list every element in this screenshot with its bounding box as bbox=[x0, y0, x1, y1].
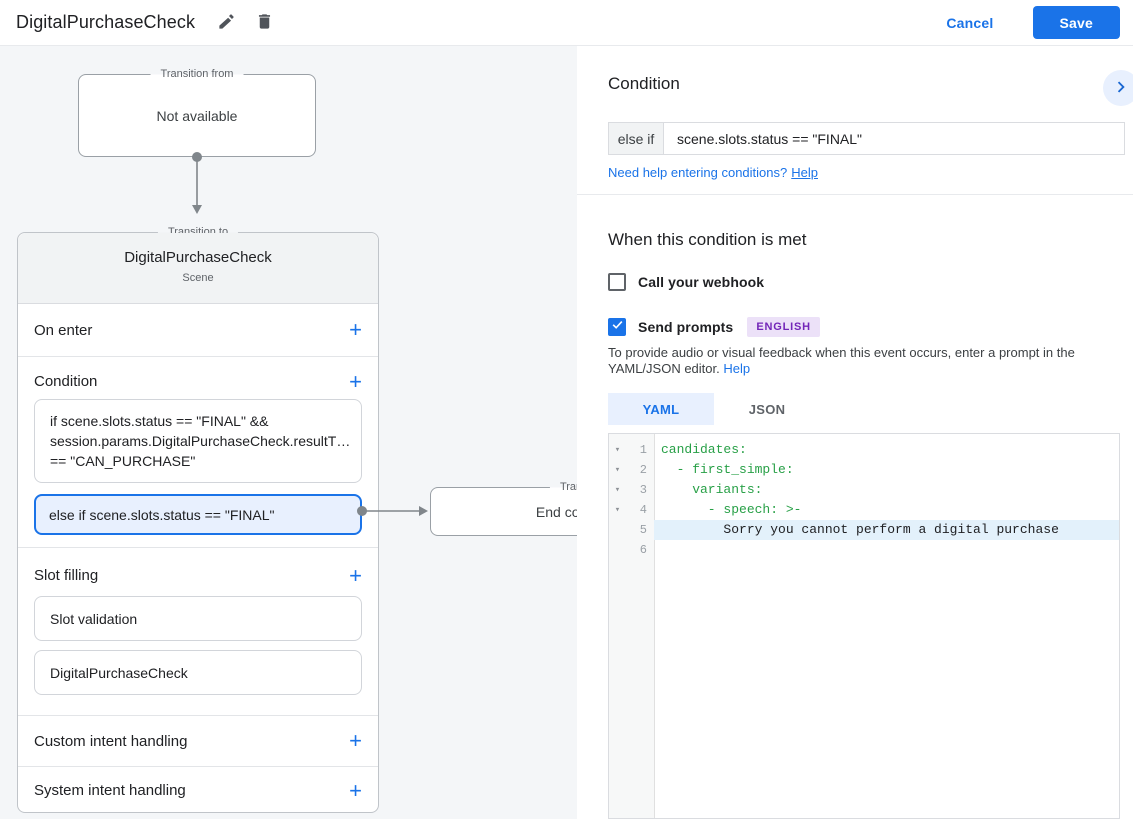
condition-help-text: Need help entering conditions? bbox=[608, 165, 788, 180]
code-text[interactable]: - first_simple: bbox=[654, 460, 1119, 480]
cancel-button[interactable]: Cancel bbox=[946, 15, 993, 31]
fold-arrow-icon[interactable]: ▾ bbox=[609, 460, 626, 480]
prompt-hint: To provide audio or visual feedback when… bbox=[608, 345, 1130, 377]
editor-format-tabs: YAML JSON bbox=[608, 393, 820, 425]
condition-if-line: if scene.slots.status == "FINAL" && bbox=[50, 413, 269, 429]
add-system-intent-button[interactable]: + bbox=[349, 779, 362, 801]
tab-json[interactable]: JSON bbox=[714, 393, 820, 425]
editor-line: ▾ 4 - speech: >- bbox=[609, 500, 1119, 520]
slot-validation-text: Slot validation bbox=[50, 610, 138, 627]
condition-met-heading: When this condition is met bbox=[608, 230, 807, 249]
condition-input-row: else if scene.slots.status == "FINAL" bbox=[608, 122, 1125, 155]
webhook-checkbox[interactable] bbox=[608, 273, 626, 291]
checkmark-icon bbox=[611, 318, 624, 336]
collapse-panel-button[interactable] bbox=[1103, 70, 1133, 106]
fold-arrow-icon[interactable]: ▾ bbox=[609, 480, 626, 500]
transition-from-node: Transition from Not available bbox=[78, 68, 316, 157]
code-text[interactable]: variants: bbox=[654, 480, 1119, 500]
panel-divider bbox=[577, 194, 1133, 195]
line-number: 4 bbox=[639, 503, 647, 517]
code-text[interactable]: - speech: >- bbox=[654, 500, 1119, 520]
line-number: 6 bbox=[639, 543, 647, 557]
send-prompts-row: Send prompts ENGLISH bbox=[608, 316, 820, 338]
condition-editor-panel: Condition else if scene.slots.status == … bbox=[577, 46, 1133, 819]
line-number: 5 bbox=[639, 523, 647, 537]
prompt-hint-text: To provide audio or visual feedback when… bbox=[608, 345, 1075, 376]
condition-section-head: Condition + bbox=[18, 357, 378, 399]
fold-arrow-icon[interactable]: ▾ bbox=[609, 440, 626, 460]
transition-from-legend: Transition from bbox=[150, 68, 244, 81]
editor-line: 6 bbox=[609, 540, 1119, 560]
panel-title: Condition bbox=[608, 74, 680, 93]
condition-elseif-text: else if scene.slots.status == "FINAL" bbox=[49, 506, 275, 523]
add-on-enter-button[interactable]: + bbox=[349, 319, 362, 341]
condition-help-line: Need help entering conditions? Help bbox=[608, 165, 818, 180]
transition-from-text: Not available bbox=[156, 107, 238, 124]
editor-line: ▾ 1 candidates: bbox=[609, 440, 1119, 460]
on-enter-row: On enter + bbox=[18, 304, 378, 356]
on-enter-label: On enter bbox=[34, 321, 93, 339]
condition-section: Condition + if scene.slots.status == "FI… bbox=[18, 356, 378, 535]
editor-line-highlighted: 5 Sorry you cannot perform a digital pur… bbox=[609, 520, 1119, 540]
slot-validation-box[interactable]: Slot validation bbox=[34, 596, 362, 641]
condition-if-box[interactable]: if scene.slots.status == "FINAL" && sess… bbox=[34, 399, 362, 483]
editor-line: ▾ 2 - first_simple: bbox=[609, 460, 1119, 480]
code-text[interactable]: candidates: bbox=[654, 440, 1119, 460]
send-prompts-checkbox[interactable] bbox=[608, 318, 626, 336]
trash-icon bbox=[255, 12, 274, 34]
custom-intent-label: Custom intent handling bbox=[34, 732, 188, 750]
chevron-right-icon bbox=[1110, 76, 1132, 101]
pencil-icon bbox=[217, 12, 236, 34]
condition-expression-input[interactable]: scene.slots.status == "FINAL" bbox=[664, 123, 1124, 154]
scene-card: Transition to DigitalPurchaseCheck Scene… bbox=[17, 226, 379, 814]
add-slot-button[interactable]: + bbox=[349, 565, 362, 587]
prompt-hint-help-link[interactable]: Help bbox=[723, 361, 750, 376]
condition-section-label: Condition bbox=[34, 373, 98, 390]
delete-scene-button[interactable] bbox=[251, 10, 277, 36]
condition-if-line: session.params.DigitalPurchaseCheck.resu… bbox=[50, 433, 351, 449]
topbar: DigitalPurchaseCheck Cancel Save bbox=[0, 0, 1133, 46]
slot-scene-text: DigitalPurchaseCheck bbox=[50, 664, 188, 681]
condition-if-line: == "CAN_PURCHASE" bbox=[50, 453, 196, 469]
page-title: DigitalPurchaseCheck bbox=[16, 12, 196, 32]
send-prompts-label: Send prompts bbox=[638, 319, 734, 335]
yaml-code-editor[interactable]: ▾ 1 candidates: ▾ 2 - first_simple: ▾ 3 … bbox=[608, 433, 1120, 819]
language-badge: ENGLISH bbox=[747, 317, 820, 337]
editor-line: ▾ 3 variants: bbox=[609, 480, 1119, 500]
line-number: 2 bbox=[639, 463, 647, 477]
line-number: 3 bbox=[639, 483, 647, 497]
add-custom-intent-button[interactable]: + bbox=[349, 730, 362, 752]
slot-scene-box[interactable]: DigitalPurchaseCheck bbox=[34, 650, 362, 695]
slot-filling-section-head: Slot filling + bbox=[18, 548, 378, 596]
scene-card-subtitle: Scene bbox=[182, 272, 214, 284]
fold-arrow-icon[interactable]: ▾ bbox=[609, 500, 626, 520]
condition-prefix-label: else if bbox=[609, 123, 664, 154]
custom-intent-row: Custom intent handling + bbox=[18, 715, 378, 766]
slot-filling-section: Slot filling + Slot validation DigitalPu… bbox=[18, 547, 378, 695]
code-text[interactable] bbox=[654, 540, 1119, 560]
system-intent-row: System intent handling + bbox=[18, 766, 378, 814]
webhook-label: Call your webhook bbox=[638, 274, 765, 290]
system-intent-label: System intent handling bbox=[34, 782, 186, 799]
save-button[interactable]: Save bbox=[1032, 6, 1120, 39]
scene-card-header: DigitalPurchaseCheck Scene bbox=[18, 233, 378, 304]
condition-elseif-box-selected[interactable]: else if scene.slots.status == "FINAL" bbox=[34, 494, 362, 535]
scene-card-title: DigitalPurchaseCheck bbox=[124, 249, 272, 266]
code-text[interactable]: Sorry you cannot perform a digital purch… bbox=[654, 520, 1119, 540]
edit-title-button[interactable] bbox=[213, 10, 239, 36]
slot-filling-label: Slot filling bbox=[34, 567, 99, 584]
webhook-row: Call your webhook bbox=[608, 271, 764, 293]
add-condition-button[interactable]: + bbox=[349, 371, 362, 393]
line-number: 1 bbox=[639, 443, 647, 457]
condition-help-link[interactable]: Help bbox=[791, 165, 818, 180]
tab-yaml[interactable]: YAML bbox=[608, 393, 714, 425]
